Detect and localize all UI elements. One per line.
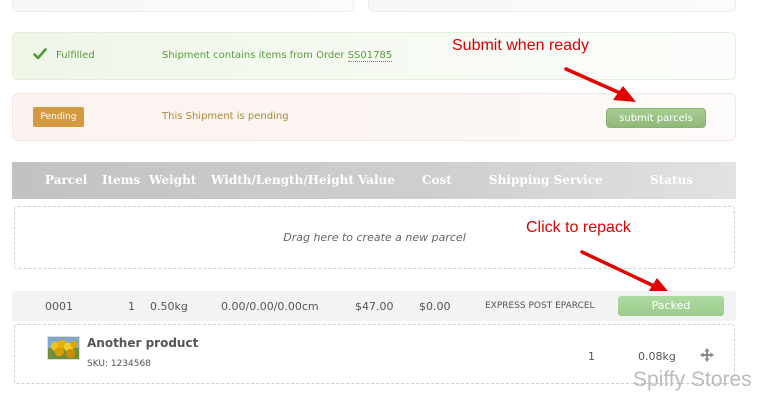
- parcel-shipping-service: EXPRESS POST EPARCEL: [485, 301, 595, 311]
- product-sku: SKU: 1234568: [87, 359, 151, 369]
- fulfilled-label: Fulfilled: [56, 50, 95, 61]
- packed-status-button[interactable]: Packed: [618, 296, 724, 316]
- product-thumbnail: [47, 336, 80, 360]
- header-items: Items: [102, 173, 141, 187]
- pending-badge: Pending: [33, 107, 84, 127]
- parcel-item-row: Another product SKU: 1234568 1 0.08kg: [14, 324, 735, 384]
- product-name: Another product: [87, 336, 199, 350]
- header-parcel: Parcel: [45, 173, 88, 187]
- parcel-number: 0001: [45, 300, 73, 313]
- spiffy-stores-watermark: Spiffy Stores: [633, 368, 752, 391]
- parcel-value: $47.00: [355, 300, 394, 313]
- parcel-table-header: Parcel Items Weight Width/Length/Height …: [12, 162, 736, 199]
- header-shipping-service: Shipping Service: [489, 173, 603, 187]
- parcel-row[interactable]: 0001 1 0.50kg 0.00/0.00/0.00cm $47.00 $0…: [12, 291, 736, 321]
- parcel-weight: 0.50kg: [150, 300, 188, 313]
- header-status: Status: [650, 173, 694, 187]
- header-weight: Weight: [149, 173, 197, 187]
- new-parcel-dropzone[interactable]: Drag here to create a new parcel: [14, 206, 735, 269]
- check-icon: [33, 48, 47, 60]
- move-icon[interactable]: [699, 347, 715, 363]
- submit-parcels-button[interactable]: submit parcels: [606, 108, 706, 128]
- parcel-items: 1: [128, 300, 135, 313]
- shipment-message-text: Shipment contains items from Order: [162, 50, 348, 61]
- order-link[interactable]: SS01785: [347, 50, 393, 62]
- shipment-order-message: Shipment contains items from Order SS017…: [162, 50, 393, 62]
- parcel-cost: $0.00: [419, 300, 451, 313]
- annotation-click-to-repack: Click to repack: [526, 219, 631, 236]
- item-quantity: 1: [588, 350, 595, 363]
- header-cost: Cost: [422, 173, 452, 187]
- top-card-left: [12, 0, 354, 12]
- parcel-dimensions: 0.00/0.00/0.00cm: [221, 300, 319, 313]
- top-card-right: [368, 0, 736, 12]
- annotation-submit-when-ready: Submit when ready: [452, 37, 589, 54]
- header-value: Value: [358, 173, 395, 187]
- header-dimensions: Width/Length/Height: [211, 173, 354, 187]
- pending-message: This Shipment is pending: [162, 111, 289, 122]
- item-weight: 0.08kg: [638, 350, 676, 363]
